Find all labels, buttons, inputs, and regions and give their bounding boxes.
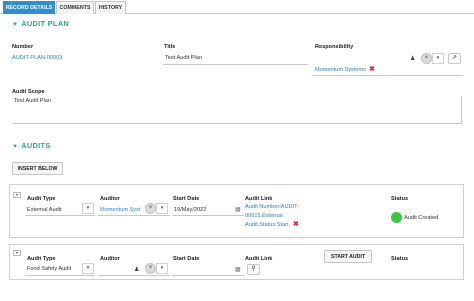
start-date-label: Start Date	[173, 196, 200, 202]
chevron-down-icon[interactable]: ▾	[82, 263, 94, 274]
audit-type-label: Audit Type	[27, 256, 56, 262]
audit-type-value[interactable]: External Audit	[27, 207, 62, 213]
audit-link-line-3[interactable]: Audit,Status:Start,	[245, 222, 290, 228]
link-icon[interactable]: ⚲	[247, 264, 260, 275]
audit-plan-section-header[interactable]: ▼ AUDIT PLAN	[12, 19, 69, 28]
audit-link-label: Audit Link	[245, 196, 273, 202]
person-icon: ♟	[410, 56, 416, 62]
title-underline	[163, 64, 308, 65]
number-label: Number	[12, 44, 34, 50]
status-dot-icon	[391, 212, 402, 223]
remove-icon[interactable]: ✖	[293, 221, 299, 228]
person-icon: ♟	[134, 267, 140, 273]
start-date-underline	[172, 215, 244, 216]
audit-scope-value: Test Audit Plan	[14, 98, 52, 104]
audit-type-value[interactable]: Food Safety Audit	[27, 266, 71, 272]
audit-link-label: Audit Link	[245, 256, 273, 262]
audit-type-underline	[25, 215, 95, 216]
status-value: Audit Created	[404, 215, 439, 221]
audit-link-line-1[interactable]: Audit Number:AUDIT-	[245, 204, 299, 210]
status-label: Status	[391, 256, 409, 262]
external-link-icon[interactable]: ⇗	[448, 53, 461, 64]
auditor-label: Auditor	[100, 196, 120, 202]
audits-section-header[interactable]: ▼ AUDITS	[12, 141, 51, 150]
tab-comments[interactable]: COMMENTS	[56, 1, 94, 14]
chevron-down-icon[interactable]: ▾	[432, 53, 444, 64]
number-value: AUDIT-PLAN-00003	[12, 55, 63, 61]
responsibility-underline	[313, 75, 463, 76]
responsibility-label: Responsibility	[315, 44, 354, 50]
audit-scope-textarea[interactable]: Test Audit Plan	[12, 96, 462, 124]
title-label: Title	[164, 44, 176, 50]
chevron-down-icon[interactable]: ▾	[156, 263, 168, 274]
responsibility-value[interactable]: Momentum Systems	[315, 67, 366, 73]
audit-type-underline	[25, 275, 95, 276]
calendar-icon[interactable]: ▦	[235, 266, 241, 273]
chevron-down-icon[interactable]: ▾	[82, 203, 94, 214]
triangle-down-icon: ▼	[12, 144, 19, 150]
status-label: Status	[391, 196, 409, 202]
tab-record-details[interactable]: RECORD DETAILS	[3, 1, 55, 14]
row-toggle-chevron-down-icon[interactable]: ▾	[13, 192, 21, 198]
auditor-underline	[98, 275, 170, 276]
clear-x-icon[interactable]: ×	[421, 53, 432, 64]
tab-history[interactable]: HISTORY	[95, 1, 126, 14]
auditor-label: Auditor	[100, 256, 120, 262]
tab-bar: RECORD DETAILS COMMENTS HISTORY	[0, 0, 474, 14]
audit-scope-label: Audit Scope	[12, 89, 45, 95]
audit-type-label: Audit Type	[27, 196, 56, 202]
row-toggle-chevron-down-icon[interactable]: ▾	[13, 250, 21, 256]
insert-below-button[interactable]: INSERT BELOW	[12, 162, 63, 175]
audits-title: AUDITS	[21, 141, 51, 150]
clear-x-icon[interactable]: ×	[145, 203, 156, 214]
chevron-down-icon[interactable]: ▾	[156, 203, 168, 214]
clear-x-icon[interactable]: ×	[145, 263, 156, 274]
triangle-down-icon: ▼	[12, 22, 19, 28]
audit-row: ▾ Audit Type Food Safety Audit ▾ Auditor…	[9, 244, 464, 280]
start-date-value[interactable]: 19/May/2022	[174, 207, 206, 213]
audit-row: ▾ Audit Type External Audit ▾ Auditor Mo…	[9, 184, 464, 238]
audit-link-line-2[interactable]: 00015,External	[245, 213, 283, 219]
start-audit-button[interactable]: START AUDIT	[324, 250, 372, 263]
audit-plan-title: AUDIT PLAN	[21, 19, 70, 28]
remove-icon[interactable]: ✖	[369, 66, 375, 73]
start-date-underline	[172, 275, 244, 276]
title-field[interactable]: Test Audit Plan	[165, 55, 202, 61]
auditor-value[interactable]: Momentum Syst	[100, 207, 140, 213]
start-date-label: Start Date	[173, 256, 200, 262]
calendar-icon[interactable]: ▦	[235, 206, 241, 213]
auditor-underline	[98, 215, 170, 216]
